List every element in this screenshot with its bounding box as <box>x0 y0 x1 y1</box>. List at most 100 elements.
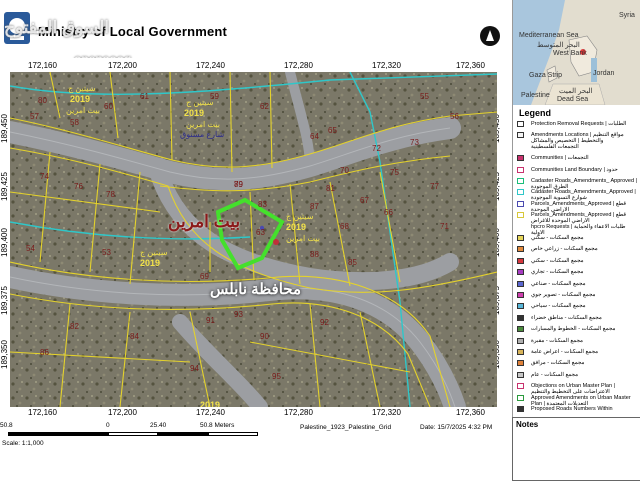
legend-item-label: مجمع السكنات - تصوير جوي <box>531 292 596 298</box>
scalebar-segment <box>108 432 158 436</box>
parcel-number: 80 <box>38 96 47 105</box>
legend-item-label: مجمع السكنات - مقبرة <box>531 337 583 344</box>
legend-item-label: مجمع السكنات - مرافق <box>531 360 585 367</box>
parcel-number: 75 <box>390 168 399 177</box>
legend-symbol-icon <box>517 178 524 184</box>
parcel-number: 77 <box>430 182 439 191</box>
parcel-number: 72 <box>372 144 381 153</box>
scale-label: 25.40 <box>150 422 167 429</box>
parcel-number: 89 <box>234 180 243 189</box>
legend-item-label: مجمع السكنات - سياحي <box>531 303 586 310</box>
legend-symbol-icon <box>517 349 524 355</box>
legend-symbol-icon <box>517 269 524 276</box>
legend-symbol-icon <box>517 212 524 219</box>
scalebar-segment <box>208 432 258 436</box>
x-tick-bottom: 172,200 <box>108 408 137 417</box>
parcel-number: 58 <box>70 118 79 127</box>
parcel-number: 74 <box>40 172 49 181</box>
legend-symbol-icon <box>517 155 524 162</box>
map-footer: 50.8 0 25.40 50.8 Meters Scale: 1:1,000 … <box>0 422 512 480</box>
legend-item-label: Parcels_Amendments_Approved | قطع الاراض… <box>531 212 626 225</box>
x-tick-bottom: 172,160 <box>28 408 57 417</box>
legend-symbol-icon <box>517 223 524 230</box>
legend-item-label: مجمع السكنات - سكني <box>531 257 584 264</box>
parcel-number: 55 <box>420 92 429 101</box>
legend-item-label: Proposed Roads Numbers Within <box>531 406 613 412</box>
legend-symbol-icon <box>517 166 524 173</box>
parcel-number: 91 <box>206 316 215 325</box>
inset-label-jordan: Jordan <box>593 70 615 77</box>
parcel-number: 56 <box>450 112 459 121</box>
x-tick-bottom: 172,320 <box>372 408 401 417</box>
governorate-label: محافظة نابلس <box>210 281 301 298</box>
parcel-number: 88 <box>310 250 319 259</box>
parcel-number: 81 <box>326 184 335 193</box>
parcel-number: 63 <box>256 228 265 237</box>
legend-symbol-icon <box>517 371 524 378</box>
legend-symbol-icon <box>517 189 524 196</box>
parcel-number: 83 <box>258 200 267 209</box>
legend-symbol-icon <box>517 394 524 401</box>
scalebar-segment <box>8 432 108 436</box>
y-tick-left: 189,400 <box>0 228 9 257</box>
legend-item-label: Cadaster Roads_Amendments_ Approved | ال… <box>531 178 637 190</box>
legend-symbol-icon <box>517 280 524 287</box>
scalebar-segment <box>158 432 208 436</box>
inset-label-westbank: West Bank <box>553 50 587 57</box>
legend-item-label: Objections on Urban Master Plan | الاعتر… <box>531 383 615 396</box>
y-tick-left: 189,425 <box>0 172 9 201</box>
legend-item-label: مجمع السكنات - مناطق خضراء <box>531 314 602 321</box>
village-small-label: بيت امرين <box>286 234 320 243</box>
legend-symbol-icon <box>517 246 524 253</box>
parcel-number: 84 <box>130 332 139 341</box>
legend-symbol-icon <box>517 200 524 207</box>
parcel-number: 64 <box>310 132 319 141</box>
inset-label-deadsea-ar: البحر الميت <box>559 88 593 95</box>
inset-locator-map: Syria Mediterranean Sea البحر المتوسط We… <box>512 0 640 105</box>
legend-item-label: التجمعات الفلسطينية <box>531 143 579 150</box>
legend-item-label: Cadaster Roads_Amendments_Approved | شوا… <box>531 189 636 202</box>
y-tick-left: 189,450 <box>0 114 9 143</box>
legend-item-label: Communities Land Boundary | حدود <box>531 166 618 173</box>
legend-symbol-icon <box>517 360 524 367</box>
parcel-number: 86 <box>40 348 49 357</box>
scale-label: 50.8 <box>0 422 13 429</box>
legend-symbol-icon <box>517 383 524 390</box>
parcel-number: 93 <box>234 310 243 319</box>
map-frame: 172,160 172,200 172,240 172,280 172,320 … <box>0 58 512 422</box>
parcel-number: 73 <box>410 138 419 147</box>
legend-item-label: hpcro Requests | طلبات الاعفاء والحماية … <box>531 223 626 236</box>
parcel-number: 76 <box>74 182 83 191</box>
legend-item-label: مجمع السكنات - زراعي خاص <box>531 246 598 253</box>
legend-symbol-icon <box>517 292 524 298</box>
inset-label-gaza: Gaza Strip <box>529 72 563 79</box>
legend-item-label: Parcels_Amendments_Approved | قطع الاراض… <box>531 200 626 213</box>
map-canvas[interactable]: محافظة نابلس بيت امرين شارع مسنوق 2019 2… <box>10 72 497 407</box>
parcel-class-label: سيتين ج <box>68 84 96 93</box>
legend-item-label: Amendments Locations | مواقع التنظيم وال… <box>531 132 624 145</box>
x-tick-top: 172,240 <box>196 61 225 70</box>
parcel-number: 68 <box>340 222 349 231</box>
inset-label-sea-en: Mediterranean Sea <box>519 32 579 39</box>
road-label: شارع مسنوق <box>180 130 225 139</box>
legend-symbol-icon <box>517 314 524 321</box>
legend-item-label: Communities | التجمعات <box>531 155 589 162</box>
parcel-class-label: سيتين ج <box>286 212 314 221</box>
legend-symbol-icon <box>517 326 524 333</box>
year-label: 2019 <box>140 258 161 268</box>
map-imagery <box>10 72 497 407</box>
parcel-number: 53 <box>102 248 111 257</box>
legend-symbol-icon <box>517 143 524 150</box>
legend-symbol-icon <box>517 406 524 412</box>
legend-item-label: مجمع السكنات - الخطوط والمسارات <box>531 326 616 333</box>
x-tick-bottom: 172,360 <box>456 408 485 417</box>
village-label: بيت امرين <box>168 212 241 231</box>
notes-label: Notes <box>516 420 539 429</box>
village-small-label: بيت امرين <box>66 106 100 115</box>
legend-item-label: Protection Removal Requests | الطلبات <box>531 121 627 127</box>
legend-panel: Legend Protection Removal Requests | الط… <box>512 105 640 417</box>
year-label: 2019 <box>70 94 91 104</box>
parcel-number: 61 <box>140 92 149 101</box>
north-arrow-icon <box>480 26 500 46</box>
grid-label: Palestine_1923_Palestine_Grid <box>300 424 392 431</box>
